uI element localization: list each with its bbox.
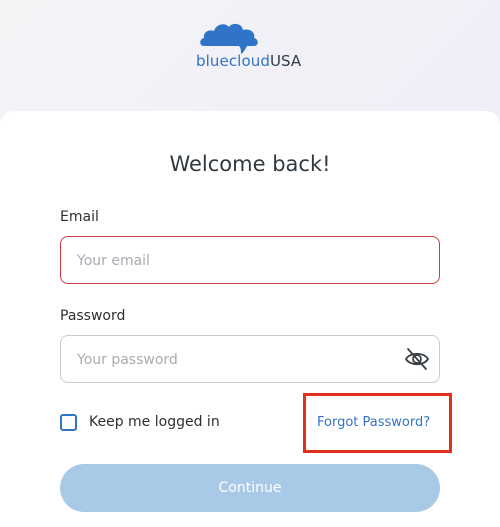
brand-name-part1: bluecloud bbox=[196, 52, 270, 70]
email-label: Email bbox=[60, 209, 99, 225]
password-label: Password bbox=[60, 308, 126, 324]
password-visibility-toggle[interactable] bbox=[403, 346, 431, 372]
eye-off-icon bbox=[404, 348, 430, 370]
brand-name-part2: USA bbox=[269, 52, 302, 70]
password-input[interactable] bbox=[75, 336, 379, 384]
forgot-password-link[interactable]: Forgot Password? bbox=[317, 415, 430, 430]
brand-logo: bluecloudUSA bbox=[0, 18, 500, 74]
continue-button[interactable]: Continue bbox=[60, 464, 440, 512]
password-field-container bbox=[60, 335, 440, 384]
email-input[interactable] bbox=[75, 237, 379, 285]
login-card: Welcome back! Email Password Keep me log… bbox=[0, 111, 500, 527]
page-title: Welcome back! bbox=[169, 152, 331, 176]
keep-logged-in-checkbox[interactable] bbox=[60, 414, 77, 431]
brand-wordmark: bluecloudUSA bbox=[196, 52, 301, 70]
email-field-container bbox=[60, 236, 440, 285]
cloud-icon bbox=[200, 23, 258, 54]
keep-logged-in-label: Keep me logged in bbox=[89, 414, 220, 430]
